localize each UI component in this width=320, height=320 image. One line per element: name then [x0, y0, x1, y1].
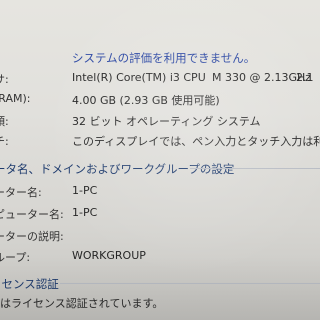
ram-row: (RAM): 4.00 GB (2.93 GB 使用可能)	[0, 92, 320, 107]
processor-row: サ: Intel(R) Core(TM) i3 CPU M 330 @ 2.13…	[0, 71, 320, 86]
ram-value: 4.00 GB (2.93 GB 使用可能)	[72, 94, 220, 107]
activation-divider	[60, 283, 320, 284]
section-divider	[190, 168, 320, 169]
activation-header: イセンス認証	[0, 277, 59, 291]
system-type-row: 類: 32 ビット オペレーティング システム	[0, 113, 320, 128]
system-rating-link[interactable]: システムの評価を利用できません。	[72, 50, 255, 66]
computer-settings-header: ータ名、ドメインおよびワークグループの設定	[0, 162, 235, 176]
computer-description-row: ーターの説明:	[0, 228, 320, 243]
pen-touch-row: チ: このディスプレイでは、ペン入力とタッチ入力は利用でき	[0, 133, 320, 148]
pen-touch-label: チ:	[0, 135, 9, 148]
processor-speed: 2.1	[296, 71, 314, 84]
computer-name-value: 1-PC	[72, 184, 98, 197]
system-properties-screen: システムの評価を利用できません。 サ: Intel(R) Core(TM) i3…	[0, 0, 320, 320]
computer-name-label: ーター名:	[0, 186, 42, 199]
full-computer-name-label: ピューター名:	[0, 208, 64, 221]
processor-label: サ:	[0, 73, 9, 86]
processor-value: Intel(R) Core(TM) i3 CPU	[72, 71, 206, 84]
system-type-label: 類:	[0, 115, 9, 128]
workgroup-row: ループ: WORKGROUP	[0, 249, 320, 264]
workgroup-label: ループ:	[0, 251, 31, 264]
full-computer-name-value: 1-PC	[72, 206, 98, 219]
pen-touch-value: このディスプレイでは、ペン入力とタッチ入力は利用でき	[72, 135, 320, 148]
activation-status: はライセンス認証されています。	[0, 297, 164, 310]
computer-name-row: ーター名: 1-PC	[0, 184, 320, 199]
ram-label: (RAM):	[0, 92, 31, 105]
cut-off-text: ...	[72, 314, 82, 320]
system-type-value: 32 ビット オペレーティング システム	[72, 115, 261, 128]
workgroup-value: WORKGROUP	[72, 249, 146, 262]
computer-description-label: ーターの説明:	[0, 230, 64, 243]
full-computer-name-row: ピューター名: 1-PC	[0, 206, 320, 221]
screen-glare	[0, 0, 320, 320]
